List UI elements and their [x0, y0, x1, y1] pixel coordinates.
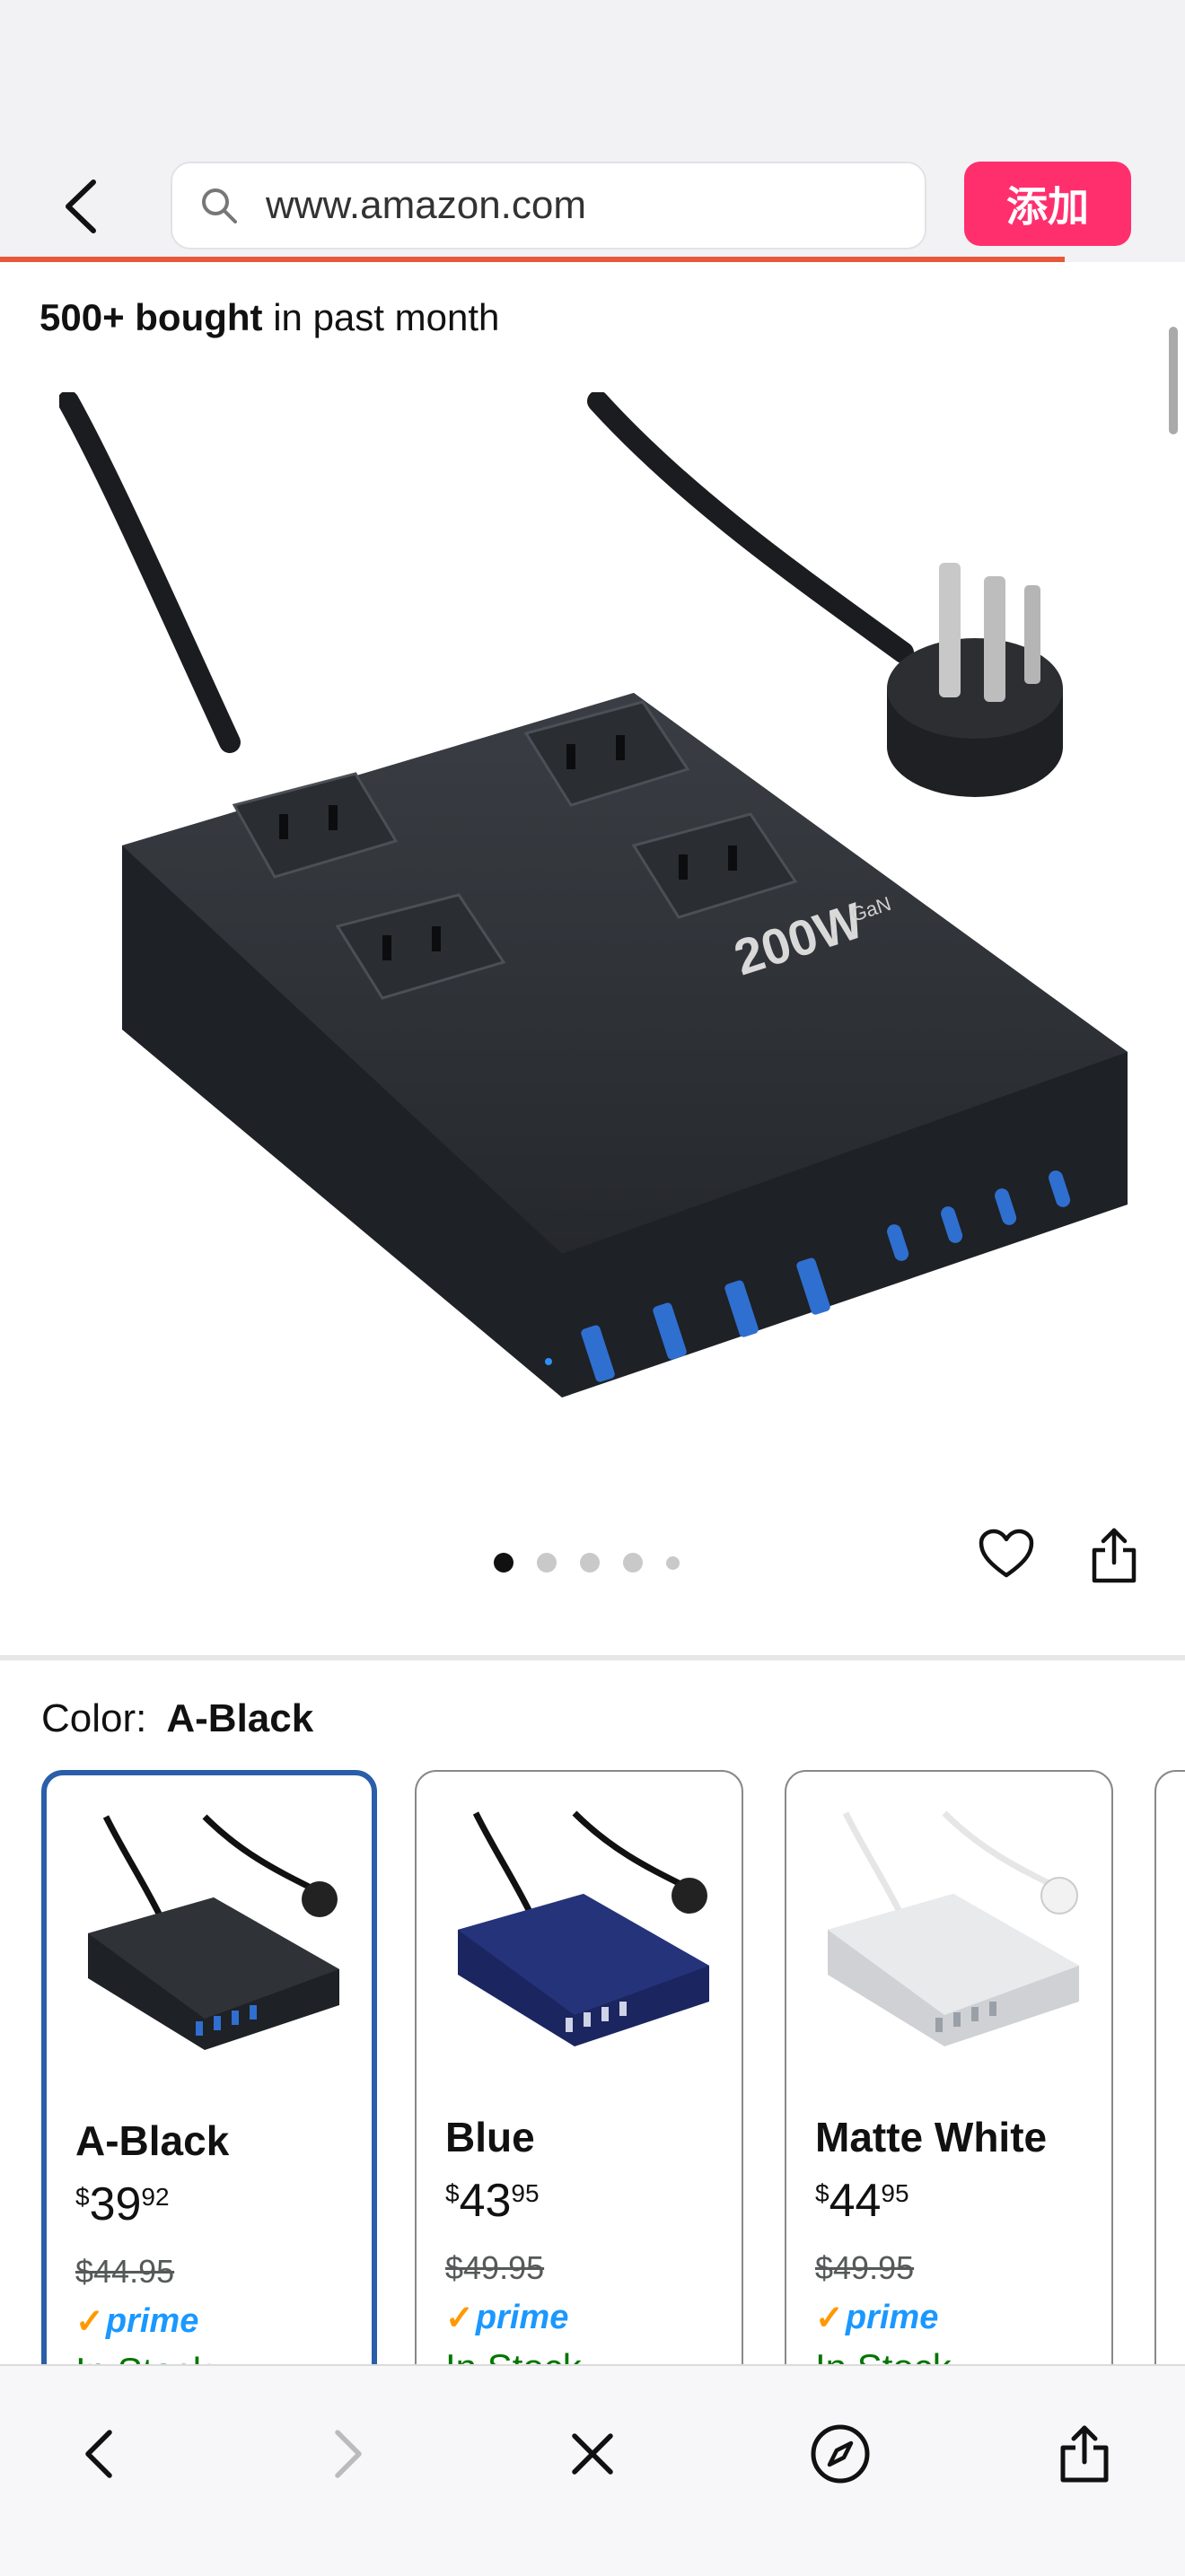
close-button[interactable] [557, 2418, 628, 2490]
bought-count: 500+ bought in past month [40, 296, 500, 338]
share-button[interactable] [1083, 1522, 1146, 1589]
color-option-list-price: $49.95 [815, 2249, 915, 2286]
product-page[interactable]: 500+ bought in past month 200W GaN Color… [0, 262, 1185, 2364]
close-icon [572, 2433, 613, 2475]
color-option-name: Blue [445, 2114, 535, 2160]
color-thumbnail [440, 1795, 718, 2046]
color-option-matte-white[interactable]: Matte White $4495 $49.95 ✓prime In Stock [785, 1770, 1113, 2364]
nav-forward-button[interactable] [312, 2418, 384, 2490]
product-main-image[interactable]: 200W GaN [57, 390, 1128, 1451]
compass-icon [811, 2424, 870, 2484]
heart-icon [979, 1529, 1034, 1578]
chevron-left-icon [85, 2430, 112, 2478]
prime-badge: ✓ prime [815, 2299, 939, 2337]
prime-check-icon: ✓ [75, 2303, 104, 2341]
color-option-name: A-Black [75, 2117, 230, 2164]
carousel-dot[interactable] [623, 1553, 643, 1573]
browser-bottom-toolbar [0, 2364, 1185, 2576]
stock-status: In Stock [75, 2350, 212, 2364]
image-carousel-dots[interactable] [494, 1553, 680, 1573]
chevron-left-icon [66, 180, 96, 233]
color-option-blue[interactable]: Blue $4395 $49.95 ✓prime In Stock [415, 1770, 743, 2364]
carousel-dot[interactable] [666, 1555, 680, 1570]
stock-status: In Stock [445, 2346, 582, 2364]
color-option-price: $4395 [445, 2175, 540, 2227]
color-selector-label: Color: A-Black [41, 1696, 314, 1740]
share-icon [1060, 2425, 1109, 2483]
back-button[interactable] [54, 171, 108, 242]
chevron-right-icon [335, 2430, 362, 2478]
color-option-price: $4495 [815, 2175, 909, 2227]
compass-button[interactable] [804, 2418, 876, 2490]
color-option-list-price: $49.95 [445, 2249, 545, 2286]
url-text: www.amazon.com [266, 183, 587, 227]
prime-check-icon: ✓ [815, 2300, 844, 2337]
prime-badge: ✓ prime [445, 2299, 569, 2337]
add-button[interactable]: 添加 [964, 162, 1131, 246]
carousel-dot[interactable] [537, 1553, 557, 1573]
color-thumbnail [70, 1799, 348, 2050]
browser-top-bar: www.amazon.com 添加 [0, 0, 1185, 262]
color-option-price: $3992 [75, 2178, 170, 2230]
share-icon [1092, 1528, 1137, 1583]
color-option-a-black[interactable]: A-Black $3992 $44.95 ✓prime In Stock [41, 1770, 377, 2364]
carousel-dot[interactable] [580, 1553, 600, 1573]
nav-back-button[interactable] [63, 2418, 135, 2490]
color-option-more[interactable] [1154, 1770, 1185, 2364]
color-thumbnail [810, 1795, 1088, 2046]
search-icon [199, 186, 239, 225]
carousel-dot[interactable] [494, 1553, 514, 1573]
prime-badge: ✓ prime [75, 2302, 199, 2341]
url-field[interactable]: www.amazon.com [171, 162, 926, 250]
prime-check-icon: ✓ [445, 2300, 474, 2337]
color-option-list-price: $44.95 [75, 2253, 175, 2290]
stock-status: In Stock [815, 2346, 952, 2364]
color-option-name: Matte White [815, 2114, 1048, 2160]
toolbar-share-button[interactable] [1049, 2418, 1120, 2490]
wishlist-button[interactable] [975, 1522, 1038, 1585]
scrollbar[interactable] [1169, 327, 1178, 434]
section-divider [0, 1655, 1185, 1660]
